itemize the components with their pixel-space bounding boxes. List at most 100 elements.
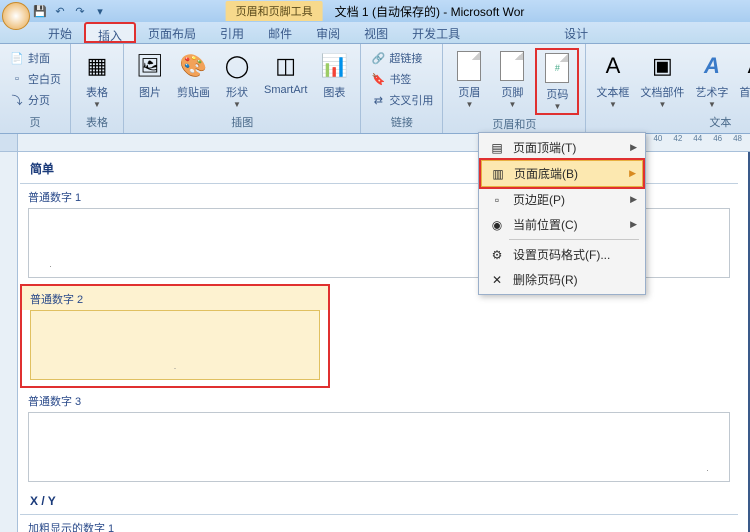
text-box-icon: A <box>597 50 629 82</box>
office-button[interactable] <box>2 2 30 30</box>
tab-view[interactable]: 视图 <box>352 22 400 43</box>
gallery-item-bold-1[interactable]: 加粗显示的数字 1 <box>20 515 738 532</box>
titlebar: 💾 ↶ ↷ ▾ 页眉和页脚工具 文档 1 (自动保存的) - Microsoft… <box>0 0 750 22</box>
tab-design[interactable]: 设计 <box>552 22 600 43</box>
redo-icon[interactable]: ↷ <box>72 3 88 19</box>
page-number-dropdown: ▤ 页面顶端(T) ▶ ▥ 页面底端(B) ▶ ▫ 页边距(P) ▶ ◉ 当前位… <box>478 132 646 295</box>
chevron-down-icon: ▼ <box>93 100 101 109</box>
tab-review[interactable]: 审阅 <box>304 22 352 43</box>
context-tab-label: 页眉和页脚工具 <box>226 1 323 21</box>
drop-cap-button[interactable]: A≡首字下沉▼ <box>735 48 750 111</box>
gallery-item-plain-3[interactable]: 普通数字 3 · <box>20 388 738 482</box>
text-box-button[interactable]: A文本框▼ <box>592 48 633 111</box>
menu-top-of-page[interactable]: ▤ 页面顶端(T) ▶ <box>481 135 643 160</box>
tab-mailings[interactable]: 邮件 <box>256 22 304 43</box>
hyperlink-button[interactable]: 🔗超链接 <box>367 48 436 68</box>
gallery-section-xy: X / Y <box>20 488 738 515</box>
clipart-button[interactable]: 🎨剪贴画 <box>173 48 214 102</box>
blank-page-icon: ▫ <box>9 71 25 87</box>
submenu-arrow-icon: ▶ <box>630 194 637 205</box>
picture-icon: 🖼 <box>134 50 166 82</box>
table-icon: ▦ <box>81 50 113 82</box>
drop-cap-icon: A≡ <box>745 50 750 82</box>
chevron-down-icon: ▼ <box>553 102 561 111</box>
document-title: 文档 1 (自动保存的) - Microsoft Wor <box>335 3 525 20</box>
shapes-button[interactable]: ◯形状▼ <box>217 48 257 111</box>
page-number-icon: # <box>541 52 573 84</box>
clipart-icon: 🎨 <box>178 50 210 82</box>
menu-current-position[interactable]: ◉ 当前位置(C) ▶ <box>481 212 643 237</box>
menu-bottom-of-page[interactable]: ▥ 页面底端(B) ▶ <box>481 160 643 187</box>
quick-access-toolbar: 💾 ↶ ↷ ▾ <box>32 3 108 19</box>
page-break-button[interactable]: ⤵分页 <box>6 90 64 110</box>
chevron-down-icon: ▼ <box>465 100 473 109</box>
current-pos-icon: ◉ <box>487 217 507 233</box>
preview-plain-2: · <box>30 310 320 380</box>
page-break-icon: ⤵ <box>9 92 25 108</box>
group-label: 文本 <box>592 113 750 131</box>
chevron-down-icon: ▼ <box>508 100 516 109</box>
tab-page-layout[interactable]: 页面布局 <box>136 22 208 43</box>
footer-icon <box>496 50 528 82</box>
chevron-down-icon: ▼ <box>658 100 666 109</box>
page-top-icon: ▤ <box>487 140 507 156</box>
menu-separator <box>509 239 639 240</box>
chart-button[interactable]: 📊图表 <box>314 48 354 102</box>
group-pages: 📄封面 ▫空白页 ⤵分页 页 <box>0 44 71 133</box>
group-illustrations: 🖼图片 🎨剪贴画 ◯形状▼ ◫SmartArt 📊图表 插图 <box>124 44 361 133</box>
menu-format-page-numbers[interactable]: ⚙ 设置页码格式(F)... <box>481 242 643 267</box>
page-number-button[interactable]: #页码▼ <box>535 48 579 115</box>
table-button[interactable]: ▦ 表格 ▼ <box>77 48 117 111</box>
header-button[interactable]: 页眉▼ <box>449 48 489 111</box>
group-label: 插图 <box>130 113 354 131</box>
submenu-arrow-icon: ▶ <box>630 219 637 230</box>
wordart-icon: A <box>696 50 728 82</box>
bookmark-icon: 🔖 <box>370 71 386 87</box>
chevron-down-icon: ▼ <box>609 100 617 109</box>
page-margin-icon: ▫ <box>487 192 507 208</box>
group-text: A文本框▼ ▣文档部件▼ A艺术字▼ A≡首字下沉▼ ✎签名行 📅 ◫对象 文本 <box>586 44 750 133</box>
chart-icon: 📊 <box>318 50 350 82</box>
group-label: 链接 <box>367 113 436 131</box>
vertical-ruler[interactable] <box>0 152 18 532</box>
footer-button[interactable]: 页脚▼ <box>492 48 532 111</box>
wordart-button[interactable]: A艺术字▼ <box>691 48 732 111</box>
submenu-arrow-icon: ▶ <box>630 142 637 153</box>
smartart-icon: ◫ <box>270 50 302 82</box>
picture-button[interactable]: 🖼图片 <box>130 48 170 102</box>
format-icon: ⚙ <box>487 247 507 263</box>
cover-page-button[interactable]: 📄封面 <box>6 48 64 68</box>
tab-home[interactable]: 开始 <box>36 22 84 43</box>
bookmark-button[interactable]: 🔖书签 <box>367 69 436 89</box>
group-label: 页眉和页 <box>449 115 579 133</box>
submenu-arrow-icon: ▶ <box>629 168 636 179</box>
remove-icon: ✕ <box>487 272 507 288</box>
hyperlink-icon: 🔗 <box>370 50 386 66</box>
save-icon[interactable]: 💾 <box>32 3 48 19</box>
smartart-button[interactable]: ◫SmartArt <box>260 48 311 98</box>
gallery-item-plain-2[interactable]: 普通数字 2 · <box>20 284 330 388</box>
group-header-footer: 页眉▼ 页脚▼ #页码▼ 页眉和页 <box>443 44 586 133</box>
tab-developer[interactable]: 开发工具 <box>400 22 472 43</box>
group-links: 🔗超链接 🔖书签 ⇄交叉引用 链接 <box>361 44 443 133</box>
preview-plain-3: · <box>28 412 730 482</box>
quick-parts-button[interactable]: ▣文档部件▼ <box>636 48 688 111</box>
cover-page-icon: 📄 <box>9 50 25 66</box>
menu-page-margins[interactable]: ▫ 页边距(P) ▶ <box>481 187 643 212</box>
tab-insert[interactable]: 插入 <box>84 22 136 43</box>
undo-icon[interactable]: ↶ <box>52 3 68 19</box>
tab-references[interactable]: 引用 <box>208 22 256 43</box>
ribbon: 📄封面 ▫空白页 ⤵分页 页 ▦ 表格 ▼ 表格 🖼图片 🎨剪贴画 ◯形状▼ ◫… <box>0 44 750 134</box>
ribbon-tabs: 开始 插入 页面布局 引用 邮件 审阅 视图 开发工具 设计 <box>0 22 750 44</box>
cross-reference-button[interactable]: ⇄交叉引用 <box>367 90 436 110</box>
group-label: 页 <box>6 113 64 131</box>
cross-ref-icon: ⇄ <box>370 92 386 108</box>
group-label: 表格 <box>77 113 117 131</box>
blank-page-button[interactable]: ▫空白页 <box>6 69 64 89</box>
qat-more-icon[interactable]: ▾ <box>92 3 108 19</box>
chevron-down-icon: ▼ <box>233 100 241 109</box>
menu-remove-page-numbers[interactable]: ✕ 删除页码(R) <box>481 267 643 292</box>
header-icon <box>453 50 485 82</box>
page-bottom-icon: ▥ <box>488 166 508 182</box>
ruler-corner <box>0 134 18 151</box>
